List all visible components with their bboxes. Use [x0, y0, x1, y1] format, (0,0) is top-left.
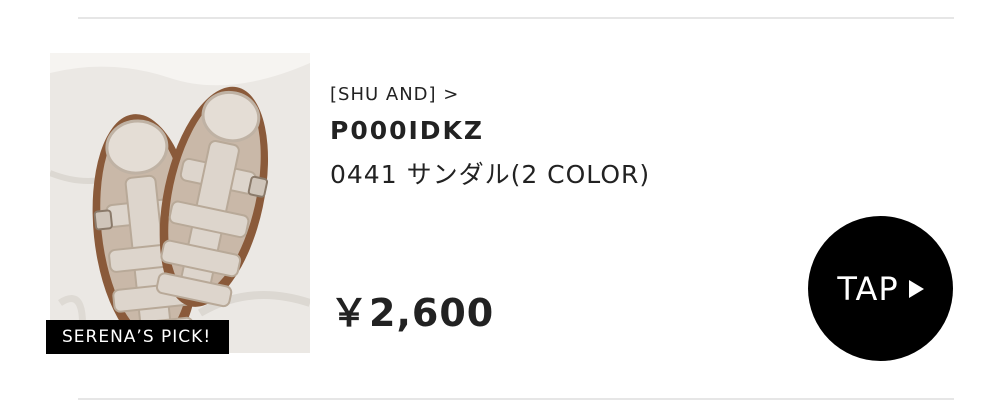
shop-link[interactable]: [SHU AND] >: [330, 84, 459, 105]
play-triangle-icon: [908, 279, 924, 298]
tap-button-label: TAP: [837, 269, 899, 308]
top-divider: [78, 17, 954, 19]
pick-badge: SERENA’S PICK!: [46, 320, 230, 354]
product-code: P000IDKZ: [330, 116, 485, 145]
product-price: ￥2,600: [330, 291, 495, 335]
product-name: 0441 サンダル(2 COLOR): [330, 160, 651, 189]
product-image[interactable]: [50, 53, 310, 353]
sandals-photo-illustration: [50, 53, 310, 353]
bottom-divider: [78, 398, 954, 400]
tap-button[interactable]: TAP: [808, 216, 953, 361]
